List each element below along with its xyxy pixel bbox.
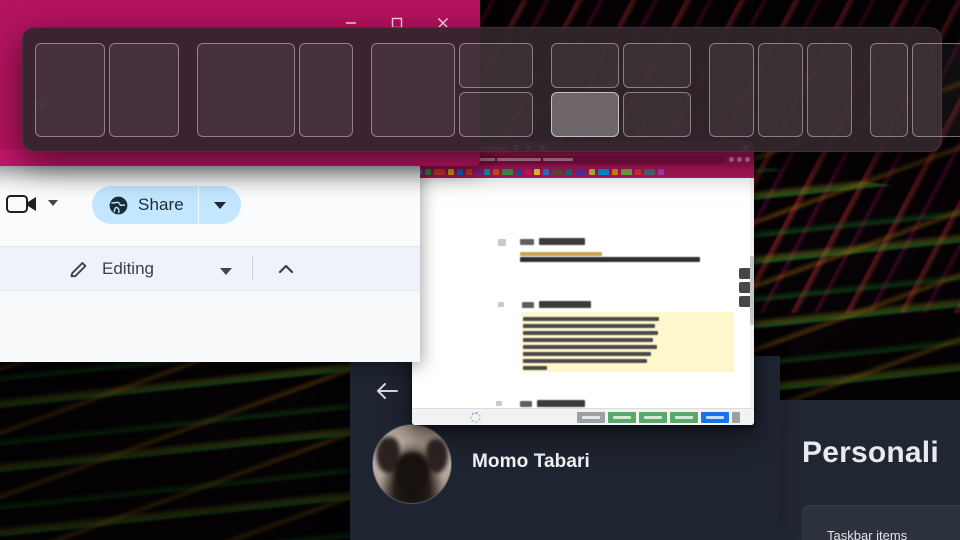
taskbar-items-card[interactable]: Taskbar items: [802, 505, 960, 540]
profile-user-name: Momo Tabari: [472, 451, 590, 472]
bottom-button[interactable]: [670, 412, 698, 423]
doc-section-marker: [498, 239, 506, 246]
doc-heading: [520, 400, 720, 407]
pencil-icon: [68, 259, 90, 281]
docs-toolbar: 1 Share: [0, 162, 420, 246]
share-chevron-down-icon[interactable]: [199, 186, 241, 224]
share-button[interactable]: Share: [92, 186, 241, 224]
doc-heading: [520, 238, 720, 245]
bottom-button[interactable]: [701, 412, 729, 423]
loading-spinner-icon: [470, 412, 481, 423]
url-field[interactable]: [440, 155, 726, 164]
snap-layout-three-columns-wide-middle[interactable]: [870, 42, 960, 137]
bottom-button[interactable]: [608, 412, 636, 423]
browser-bottom-bar[interactable]: [412, 408, 754, 425]
bottom-button[interactable]: [577, 412, 605, 423]
bottom-button[interactable]: [639, 412, 667, 423]
snap-layout-four-quadrant-grid[interactable]: [551, 42, 691, 137]
globe-icon: [108, 195, 129, 216]
docs-mode-bar: Editing: [0, 246, 420, 290]
small-browser-window[interactable]: [412, 141, 754, 425]
snap-layout-left-column-right-split[interactable]: [371, 42, 533, 137]
profile-icon[interactable]: [737, 157, 742, 162]
browser-bottom-strip: [0, 150, 480, 166]
desktop-root: Personali Taskbar items Momo Tabari Shar…: [0, 0, 960, 540]
snap-layout-large-left-small-right[interactable]: [197, 42, 353, 137]
bookmarks-bar[interactable]: [412, 166, 754, 178]
docs-document-body[interactable]: [0, 290, 420, 362]
chevron-up-icon[interactable]: [276, 261, 296, 277]
video-camera-icon[interactable]: [4, 188, 40, 220]
avatar[interactable]: [372, 424, 452, 504]
browser-page-content[interactable]: [412, 178, 754, 408]
avatar-image: [373, 425, 451, 503]
doc-section: [496, 400, 720, 408]
doc-section: [498, 301, 734, 372]
page-scrollbar[interactable]: [750, 178, 754, 408]
extensions-icon[interactable]: [729, 157, 734, 162]
editing-mode-label: Editing: [102, 259, 154, 278]
doc-heading: [522, 301, 734, 308]
browser-menu-icon[interactable]: [745, 157, 750, 162]
snap-layout-two-equal-columns[interactable]: [35, 42, 179, 137]
browser-magenta-title-bar[interactable]: [0, 0, 480, 29]
snap-layout-three-equal-columns[interactable]: [709, 42, 852, 137]
bottom-button-group[interactable]: [577, 412, 740, 423]
google-docs-window[interactable]: 1 Share: [0, 162, 420, 362]
snap-layouts-flyout[interactable]: [22, 27, 960, 152]
video-camera-chevron-down-icon[interactable]: [48, 200, 58, 206]
page-scrollbar-thumb[interactable]: [750, 256, 754, 326]
editing-mode-chevron-down-icon[interactable]: [220, 268, 232, 275]
mode-bar-divider: [252, 255, 253, 281]
page-title: Personali: [802, 436, 939, 469]
share-button-label: Share: [138, 195, 184, 214]
back-arrow-icon[interactable]: [370, 374, 404, 408]
bottom-button-overflow[interactable]: [732, 412, 740, 423]
taskbar-items-label: Taskbar items: [827, 528, 908, 540]
snap-cell-highlighted[interactable]: [551, 91, 619, 137]
